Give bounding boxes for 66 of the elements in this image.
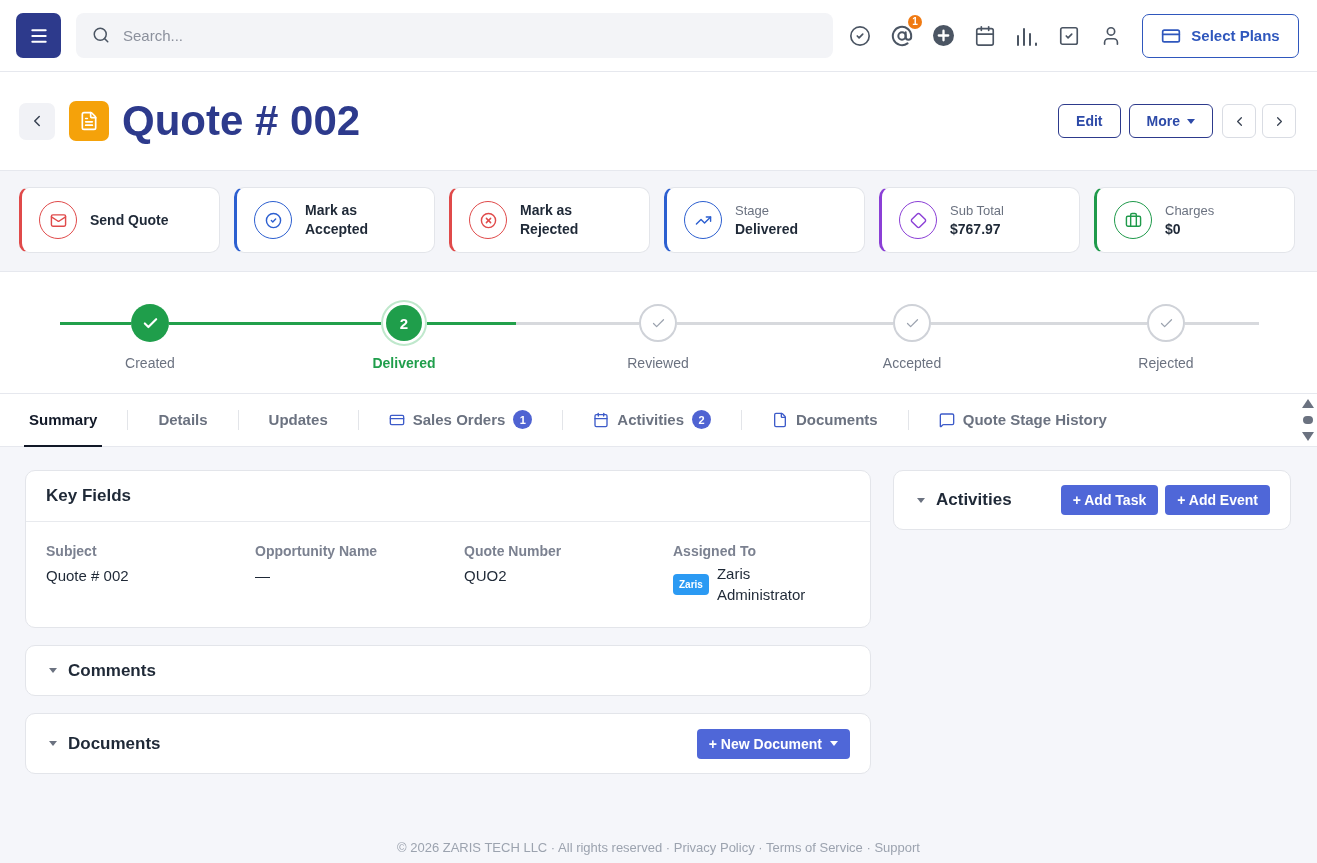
calendar-icon[interactable] xyxy=(974,24,996,47)
notification-count: 1 xyxy=(908,14,922,29)
caret-down-icon[interactable] xyxy=(917,497,925,503)
file-icon xyxy=(772,411,789,428)
checkbox-icon[interactable] xyxy=(1058,24,1080,47)
step-label: Accepted xyxy=(882,355,942,372)
progress-line xyxy=(60,321,131,325)
stat-label: Stage xyxy=(735,203,770,218)
stat-label: Sub Total xyxy=(950,203,1004,218)
action-card[interactable]: Send Quote xyxy=(19,187,220,253)
step-label: Created xyxy=(125,355,175,372)
step-number: 2 xyxy=(381,300,427,346)
add-button[interactable]: + Add Task xyxy=(1060,485,1159,515)
field-label: Assigned To xyxy=(673,543,757,559)
tab[interactable]: Activities 2 xyxy=(588,394,717,447)
step-label: Rejected xyxy=(1138,355,1194,372)
check-circle-icon[interactable] xyxy=(849,24,871,47)
caret-down-icon xyxy=(1187,118,1195,124)
dropdown-button[interactable]: More xyxy=(1128,104,1213,138)
calendar-icon xyxy=(593,411,610,428)
count-badge: 1 xyxy=(513,410,533,429)
tab[interactable]: Sales Orders 1 xyxy=(383,394,538,447)
user-tag: Zaris xyxy=(673,573,709,595)
page-title: Quote # 002 xyxy=(122,96,361,146)
caret-down-icon xyxy=(830,741,838,746)
at-sign-icon[interactable] xyxy=(891,24,913,47)
field-label: Quote Number xyxy=(464,543,563,559)
tab[interactable]: Documents xyxy=(767,394,883,447)
caret-down-icon[interactable] xyxy=(49,668,57,673)
stat-value: $0 xyxy=(1165,221,1182,237)
document-icon xyxy=(69,101,109,141)
chat-icon xyxy=(938,411,955,428)
step-label: Reviewed xyxy=(627,355,689,372)
search-field[interactable]: Search... xyxy=(76,13,833,58)
tab[interactable]: Summary xyxy=(24,394,103,447)
plus-circle-icon[interactable] xyxy=(933,25,954,46)
tab[interactable]: Quote Stage History xyxy=(933,394,1112,447)
select-plans-button[interactable]: Select Plans xyxy=(1142,13,1299,58)
edit-button[interactable]: Edit xyxy=(1058,104,1121,138)
field-label: Opportunity Name xyxy=(255,543,379,559)
action-card[interactable]: Mark as Accepted xyxy=(234,187,435,253)
bar-chart-icon[interactable] xyxy=(1016,25,1038,46)
footer-text: © 2026 ZARIS TECH LLC · All rights reserved · Privacy Policy · Terms of Service · Support xyxy=(397,840,920,856)
tab[interactable]: Details xyxy=(153,394,213,447)
panel-title: Documents xyxy=(68,733,161,754)
new-document-button[interactable]: + New Document xyxy=(696,728,850,759)
field-value: — xyxy=(255,566,271,586)
search-icon xyxy=(92,26,110,44)
field-value: Zaris Administrator xyxy=(716,564,807,605)
tab[interactable]: Updates xyxy=(263,394,333,447)
field-value: Quote # 002 xyxy=(46,566,130,586)
stat-label: Charges xyxy=(1165,203,1215,218)
scroll-arrows-icon[interactable] xyxy=(1302,399,1314,441)
stat-value: Delivered xyxy=(735,221,799,237)
panel-title: Activities xyxy=(936,490,1012,510)
step-label: Delivered xyxy=(372,355,436,372)
caret-down-icon[interactable] xyxy=(49,741,57,746)
action-card[interactable]: Mark as Rejected xyxy=(449,187,650,253)
card-title: Key Fields xyxy=(46,486,132,506)
stat-value: $767.97 xyxy=(950,221,1002,237)
field-label: Subject xyxy=(46,543,98,559)
field-value: QUO2 xyxy=(464,566,508,586)
panel-title: Comments xyxy=(68,660,156,681)
add-button[interactable]: + Add Event xyxy=(1165,485,1270,515)
count-badge: 2 xyxy=(692,410,712,429)
menu-button[interactable] xyxy=(16,13,61,58)
